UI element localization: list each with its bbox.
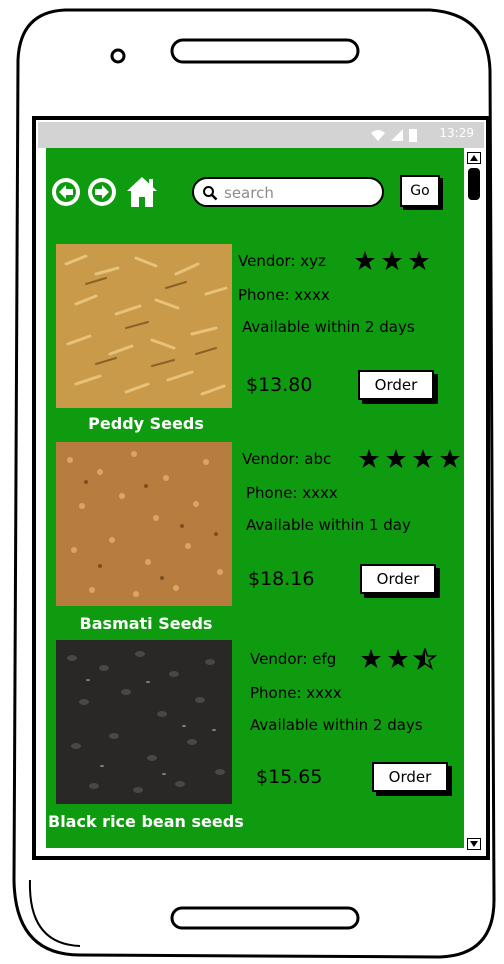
scroll-up-icon[interactable]: [467, 152, 481, 164]
star-icon: [413, 449, 433, 468]
star-icon: [388, 649, 408, 668]
rating-stars: [361, 648, 438, 670]
star-icon: [409, 251, 429, 270]
battery-icon: [409, 129, 417, 142]
star-icon: [440, 449, 460, 468]
product-name: Basmati Seeds: [79, 614, 213, 633]
search-box[interactable]: [192, 177, 384, 207]
price-label: $18.16: [248, 568, 315, 590]
rating-stars: [355, 251, 429, 270]
star-icon: [361, 649, 381, 668]
order-button[interactable]: Order: [360, 564, 436, 594]
signal-icon: [391, 129, 403, 141]
star-icon: [382, 251, 402, 270]
phone-label: Phone: xxxx: [246, 484, 338, 502]
signal-battery-icons: [371, 129, 417, 142]
availability-label: Available within 2 days: [250, 716, 423, 734]
scroll-thumb[interactable]: [468, 168, 480, 200]
wifi-icon: [371, 130, 385, 141]
price-label: $13.80: [246, 374, 313, 396]
product-image[interactable]: [56, 640, 232, 804]
vendor-label: Vendor: xyz: [238, 252, 326, 270]
phone-screen: 13:29 Go: [38, 122, 484, 854]
star-icon: [359, 449, 379, 468]
product-image[interactable]: [56, 442, 232, 606]
scroll-down-icon[interactable]: [467, 838, 481, 850]
phone-label: Phone: xxxx: [238, 286, 330, 304]
star-icon: [355, 251, 375, 270]
order-button[interactable]: Order: [372, 762, 448, 792]
product-name: Peddy Seeds: [88, 414, 204, 433]
rating-stars: [359, 449, 460, 468]
product-image[interactable]: [56, 244, 232, 408]
search-input[interactable]: [222, 182, 376, 204]
vendor-label: Vendor: efg: [250, 650, 337, 668]
go-button[interactable]: Go: [400, 175, 440, 207]
forward-button[interactable]: [86, 176, 118, 208]
half-star-icon: [412, 648, 438, 670]
home-icon[interactable]: [124, 174, 160, 210]
price-label: $15.65: [256, 766, 323, 788]
availability-label: Available within 1 day: [246, 516, 411, 534]
status-time: 13:29: [439, 126, 474, 140]
back-button[interactable]: [50, 176, 82, 208]
status-bar: 13:29: [38, 122, 484, 148]
star-icon: [386, 449, 406, 468]
main-content: Go: [46, 148, 464, 848]
vendor-label: Vendor: abc: [242, 450, 332, 468]
availability-label: Available within 2 days: [242, 318, 415, 336]
scrollbar[interactable]: [464, 148, 484, 854]
product-name: Black rice bean seeds: [48, 812, 244, 831]
search-icon: [203, 186, 218, 201]
phone-label: Phone: xxxx: [250, 684, 342, 702]
order-button[interactable]: Order: [358, 370, 434, 400]
